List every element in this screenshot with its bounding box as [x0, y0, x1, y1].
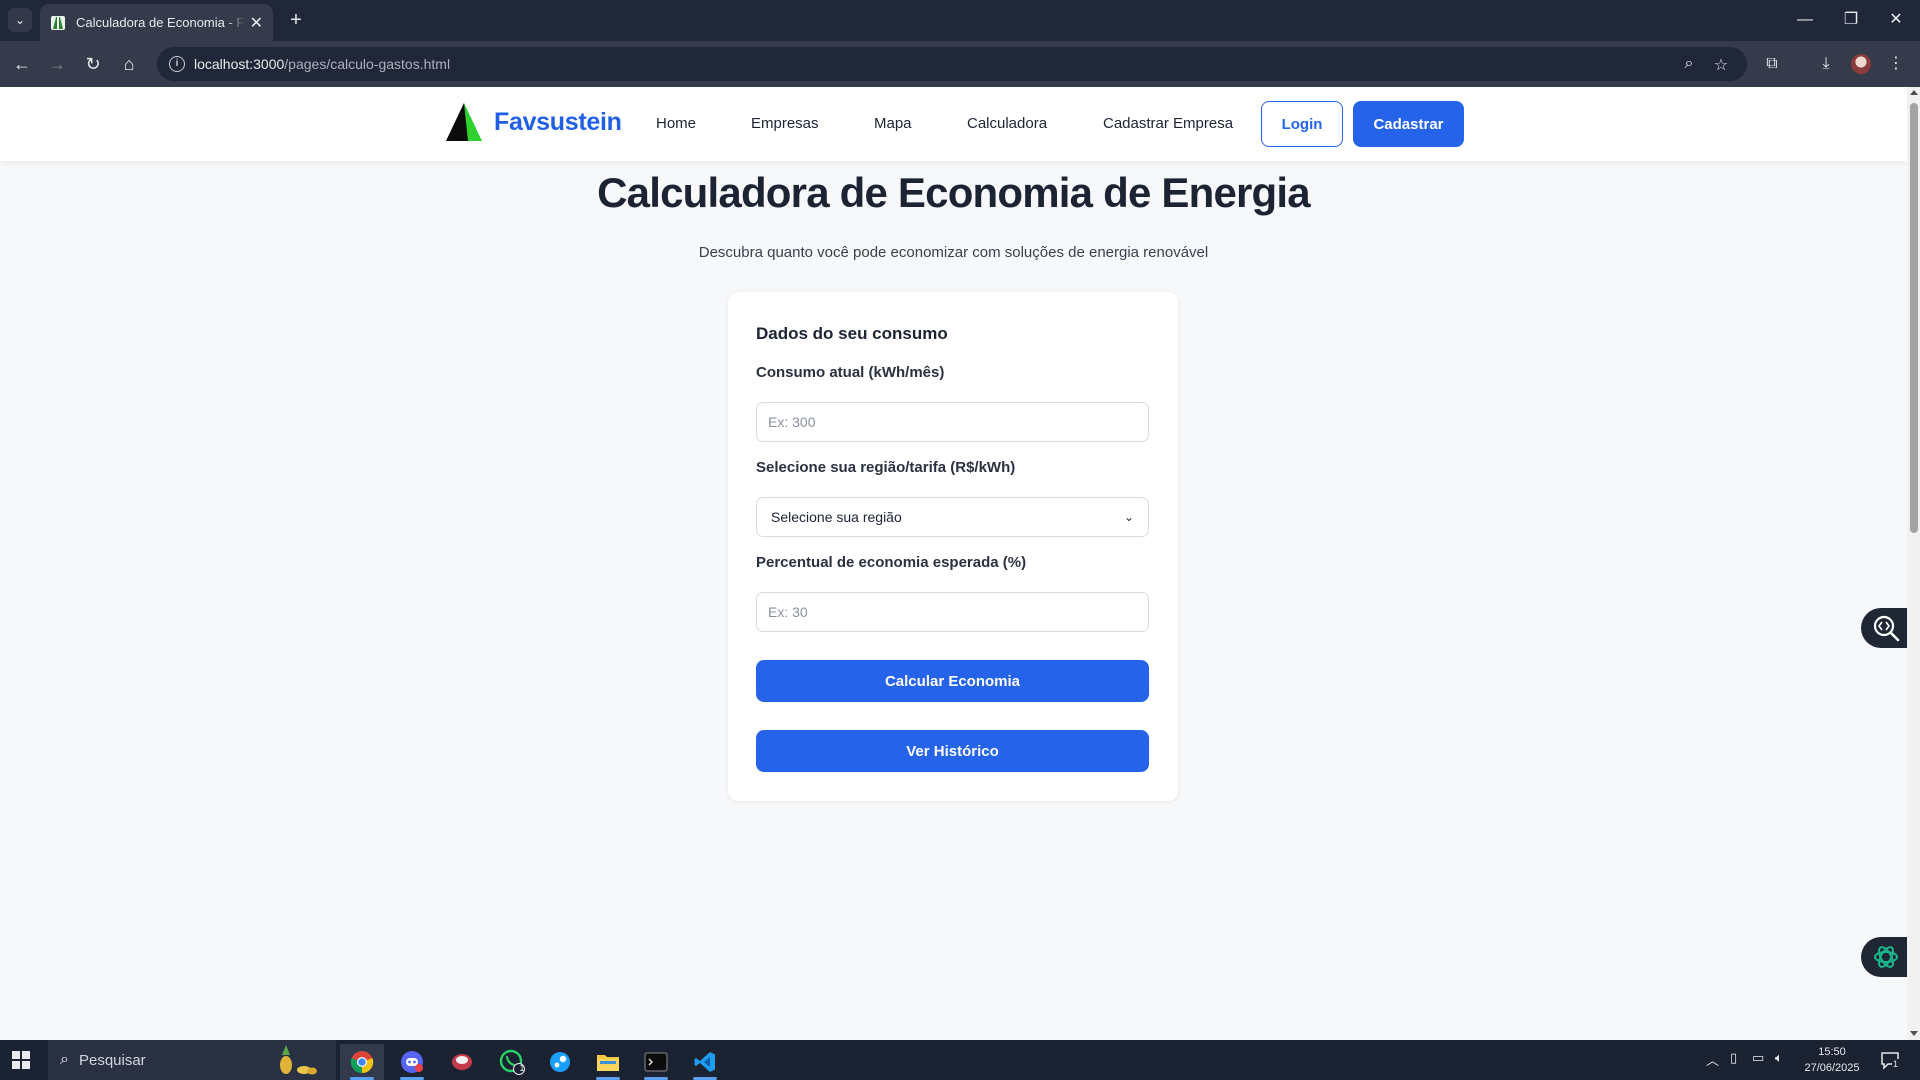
taskbar-clock[interactable]: 15:50 27/06/2025 [1792, 1044, 1872, 1076]
login-button[interactable]: Login [1261, 101, 1343, 147]
game-app-icon [452, 1054, 472, 1070]
taskbar-vscode[interactable] [683, 1044, 727, 1080]
site-favicon-icon [51, 15, 65, 30]
tray-volume-icon[interactable]: 🔈︎ [1775, 1050, 1783, 1066]
extensions-icon[interactable]: ⧉ [1760, 52, 1784, 76]
whatsapp-badge: 1 [519, 1063, 525, 1073]
clock-date: 27/06/2025 [1804, 1062, 1860, 1074]
chrome-icon [350, 1051, 374, 1074]
nav-calculadora[interactable]: Calculadora [967, 115, 1047, 132]
address-bar[interactable]: i localhost:3000/pages/calculo-gastos.ht… [157, 47, 1747, 81]
page-subtitle: Descubra quanto você pode economizar com… [698, 244, 1209, 261]
scroll-down-icon[interactable] [1910, 1031, 1918, 1036]
site-logo[interactable]: Favsustein [444, 101, 622, 143]
ai-assistant-icon[interactable] [1861, 937, 1907, 977]
brand-name: Favsustein [494, 107, 622, 136]
pineapple-doodle-icon [280, 1045, 317, 1075]
region-select[interactable]: Selecione sua região ⌄ [756, 497, 1149, 537]
clock-time: 15:50 [1818, 1046, 1846, 1058]
consumption-label: Consumo atual (kWh/mês) [756, 364, 945, 381]
tab-search-icon[interactable]: ⌄ [8, 8, 32, 32]
nav-cadastrar-empresa[interactable]: Cadastrar Empresa [1103, 115, 1233, 132]
url-host: localhost:3000 [194, 56, 285, 72]
steam-icon [550, 1052, 570, 1072]
forward-icon[interactable]: → [45, 52, 69, 76]
taskbar-game-app[interactable] [440, 1044, 484, 1080]
terminal-icon [644, 1052, 668, 1072]
download-icon[interactable]: ⤓ [1814, 52, 1838, 76]
taskbar-file-explorer[interactable] [586, 1044, 630, 1080]
savings-label: Percentual de economia esperada (%) [756, 554, 1027, 571]
new-tab-icon[interactable]: + [284, 8, 308, 32]
tray-overflow-icon[interactable]: ︿ [1706, 1050, 1719, 1069]
consumption-input[interactable] [756, 402, 1149, 442]
notification-count: 1 [1892, 1059, 1900, 1069]
tray-network-icon[interactable]: ▭ [1752, 1050, 1764, 1066]
logo-triangle-icon [446, 103, 482, 141]
profile-avatar[interactable] [1851, 54, 1871, 74]
nav-empresas[interactable]: Empresas [751, 115, 819, 132]
tab-title: Calculadora de Economia - Favsustein [76, 15, 246, 30]
calculate-button[interactable]: Calcular Economia [756, 660, 1149, 702]
search-icon: ⌕ [60, 1051, 69, 1068]
nav-home[interactable]: Home [656, 115, 696, 132]
minimize-icon[interactable]: — [1793, 8, 1817, 32]
page-viewport: Favsustein Home Empresas Mapa Calculador… [0, 87, 1907, 1040]
calculator-card: Dados do seu consumo Consumo atual (kWh/… [728, 292, 1178, 801]
page-scrollbar[interactable] [1907, 87, 1920, 1040]
menu-kebab-icon[interactable]: ⋮ [1884, 52, 1908, 76]
browser-toolbar: ← → ↻ ⌂ i localhost:3000/pages/calculo-g… [0, 41, 1920, 87]
chevron-down-icon: ⌄ [1123, 510, 1134, 524]
discord-icon [401, 1051, 423, 1073]
vscode-icon [694, 1052, 715, 1072]
home-icon[interactable]: ⌂ [117, 52, 141, 76]
notification-icon[interactable]: 1 [1880, 1050, 1900, 1070]
url-path: /pages/calculo-gastos.html [284, 56, 451, 72]
region-select-value: Selecione sua região [771, 509, 902, 525]
savings-input[interactable] [756, 592, 1149, 632]
back-icon[interactable]: ← [10, 52, 34, 76]
page-title: Calculadora de Economia de Energia [597, 169, 1310, 216]
taskbar-discord[interactable] [390, 1044, 434, 1080]
taskbar-chrome[interactable] [340, 1044, 384, 1080]
restore-icon[interactable]: ❐ [1839, 8, 1863, 32]
history-button[interactable]: Ver Histórico [756, 730, 1149, 772]
taskbar-search-text: Pesquisar [78, 1051, 146, 1069]
site-header: Favsustein Home Empresas Mapa Calculador… [0, 87, 1907, 161]
taskbar-whatsapp[interactable]: 1 [490, 1044, 534, 1080]
browser-tab-bar: ⌄ Calculadora de Economia - Favsustein ✕… [0, 0, 1920, 41]
bookmark-star-icon[interactable]: ☆ [1711, 55, 1731, 75]
window-close-icon[interactable]: ✕ [1884, 8, 1908, 32]
scroll-up-icon[interactable] [1910, 90, 1918, 95]
taskbar-steam[interactable] [538, 1044, 582, 1080]
code-inspect-icon[interactable] [1861, 608, 1907, 648]
scrollbar-thumb[interactable] [1910, 103, 1918, 533]
browser-tab-active[interactable]: Calculadora de Economia - Favsustein ✕ [40, 4, 273, 41]
signup-button[interactable]: Cadastrar [1353, 101, 1464, 147]
folder-icon [597, 1055, 619, 1071]
tab-close-icon[interactable]: ✕ [250, 13, 263, 33]
openai-logo-icon [1874, 946, 1898, 968]
reload-icon[interactable]: ↻ [81, 52, 105, 76]
zoom-icon[interactable]: ⌕ [1679, 55, 1699, 73]
form-heading: Dados do seu consumo [756, 324, 948, 343]
url-text[interactable]: localhost:3000/pages/calculo-gastos.html [194, 56, 450, 72]
nav-mapa[interactable]: Mapa [874, 115, 912, 132]
taskbar-search[interactable]: ⌕ Pesquisar [48, 1040, 336, 1080]
region-label: Selecione sua região/tarifa (R$/kWh) [756, 459, 1016, 476]
code-magnifier-icon [1873, 615, 1900, 642]
windows-taskbar: ⌕ Pesquisar 1 ︿ ▯ ▭ 🔈︎ 15:50 27/06/2025 … [0, 1040, 1920, 1080]
taskbar-terminal[interactable] [634, 1044, 678, 1080]
site-info-icon[interactable]: i [169, 56, 185, 72]
tray-device-icon[interactable]: ▯ [1730, 1050, 1737, 1066]
windows-start-icon[interactable] [12, 1051, 30, 1069]
